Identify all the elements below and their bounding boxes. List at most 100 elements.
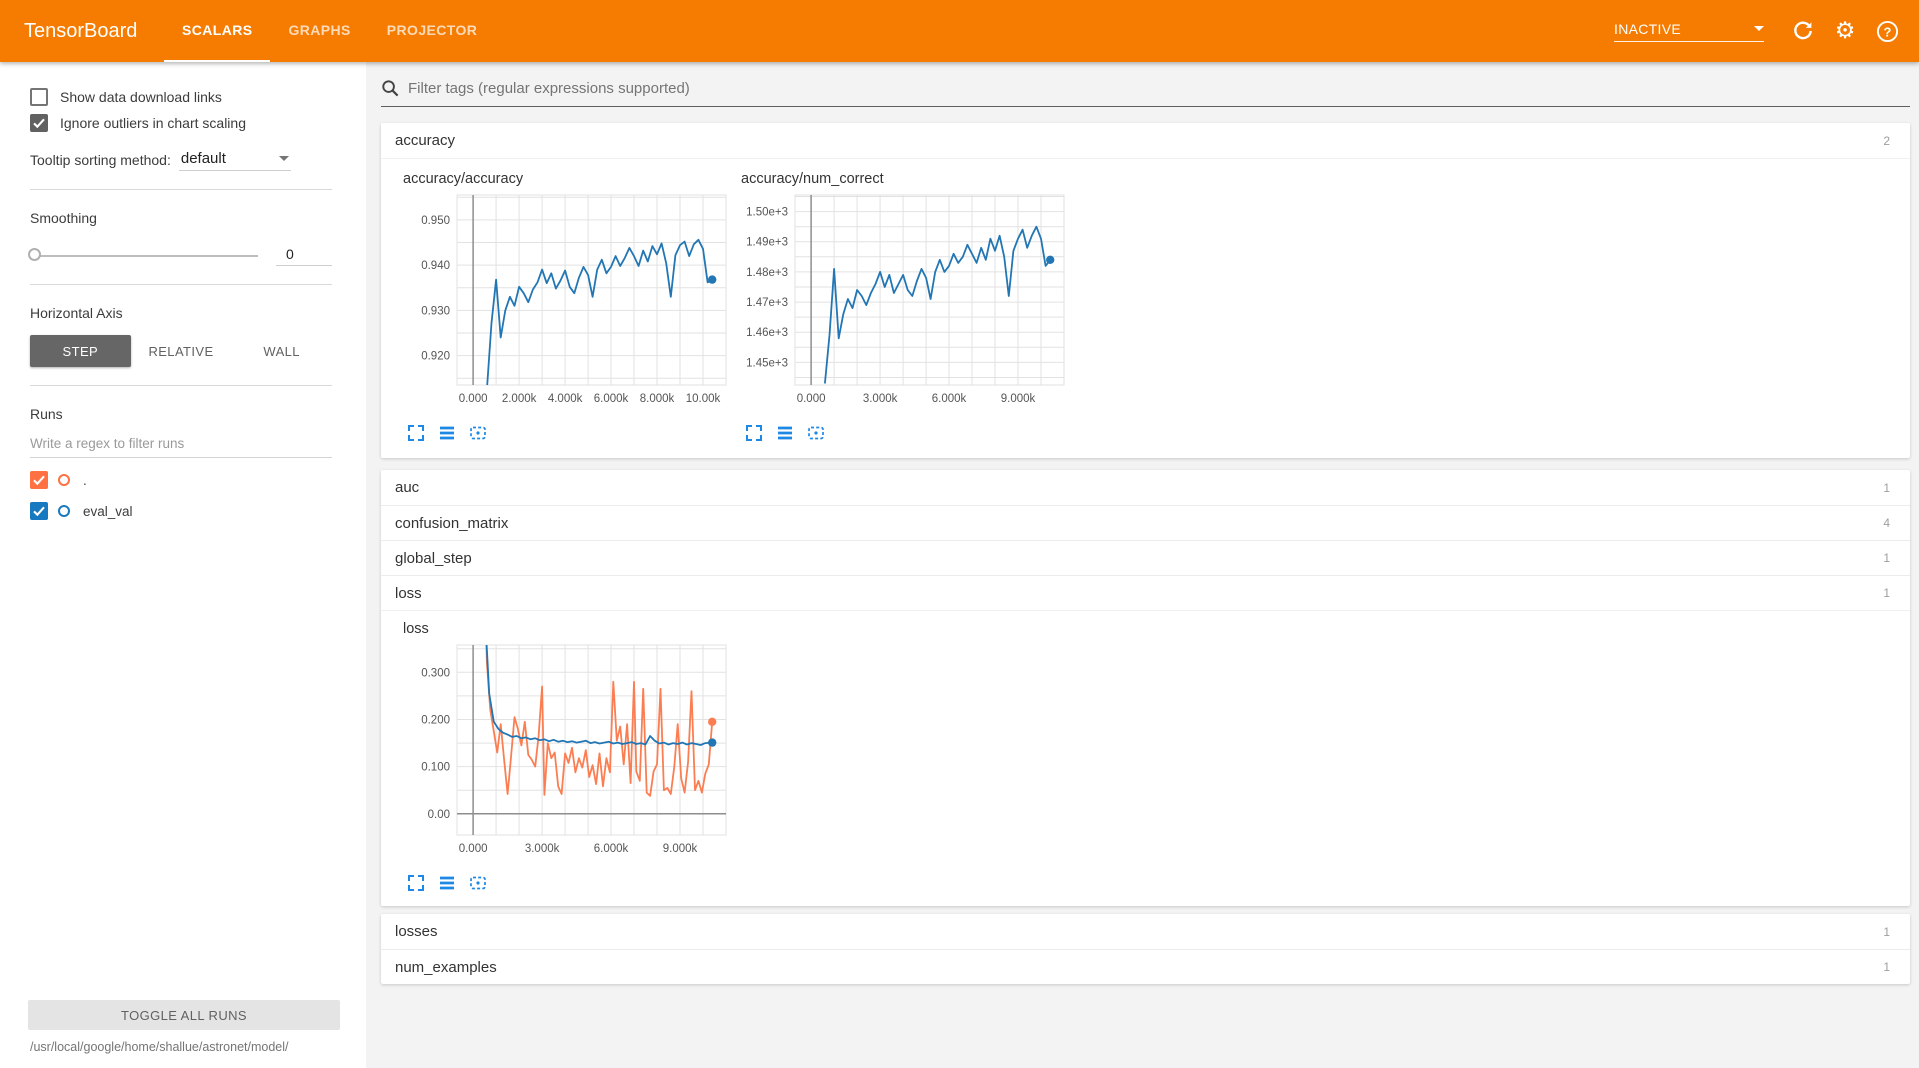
- divider: [30, 385, 332, 386]
- section-header-accuracy[interactable]: accuracy 2: [381, 123, 1910, 159]
- section-title: auc: [395, 479, 419, 496]
- svg-text:0.000: 0.000: [797, 393, 826, 405]
- tooltip-sort-label: Tooltip sorting method:: [30, 152, 171, 171]
- section-header-global-step[interactable]: global_step 1: [381, 540, 1910, 575]
- section-card-accuracy: accuracy 2 accuracy/accuracy 0.0002.000k…: [381, 123, 1910, 458]
- tooltip-sort-dropdown[interactable]: default: [179, 150, 291, 171]
- svg-text:0.00: 0.00: [428, 809, 450, 821]
- smoothing-slider[interactable]: [30, 255, 258, 257]
- chart-card-loss: loss 0.0003.000k6.000k9.000k0.000.1000.2…: [401, 621, 739, 892]
- chevron-down-icon: [279, 156, 289, 161]
- run-row-train[interactable]: .: [30, 471, 332, 489]
- filter-tags-input[interactable]: [408, 80, 1910, 97]
- chart-accuracy-num-correct[interactable]: 0.0003.000k6.000k9.000k1.45e+31.46e+31.4…: [739, 189, 1073, 415]
- ignore-outliers-row[interactable]: Ignore outliers in chart scaling: [30, 114, 332, 132]
- fit-domain-icon[interactable]: [469, 424, 487, 442]
- app-title: TensorBoard: [0, 20, 112, 43]
- help-icon[interactable]: ?: [1875, 19, 1899, 43]
- axis-step-button[interactable]: STEP: [30, 335, 131, 367]
- svg-text:0.920: 0.920: [421, 351, 450, 363]
- horizontal-axis-label: Horizontal Axis: [30, 305, 332, 321]
- settings-icon[interactable]: ⚙: [1833, 19, 1857, 43]
- fit-domain-icon[interactable]: [469, 874, 487, 892]
- toggle-all-runs-button[interactable]: TOGGLE ALL RUNS: [28, 1000, 340, 1030]
- expand-chart-icon[interactable]: [407, 874, 425, 892]
- svg-text:3.000k: 3.000k: [863, 393, 898, 405]
- run-checkbox-eval[interactable]: [30, 502, 48, 520]
- status-dropdown[interactable]: INACTIVE: [1614, 21, 1764, 42]
- svg-text:2.000k: 2.000k: [502, 393, 537, 405]
- svg-text:1.49e+3: 1.49e+3: [746, 237, 788, 249]
- refresh-icon[interactable]: [1791, 19, 1815, 43]
- section-count-badge: 1: [1883, 551, 1890, 565]
- section-count-badge: 2: [1883, 134, 1890, 148]
- section-title: global_step: [395, 550, 472, 567]
- status-label: INACTIVE: [1614, 21, 1754, 37]
- chevron-down-icon: [1754, 26, 1764, 31]
- section-header-num-examples[interactable]: num_examples 1: [381, 949, 1910, 984]
- svg-text:0.000: 0.000: [459, 393, 488, 405]
- section-count-badge: 1: [1883, 481, 1890, 495]
- chart-loss[interactable]: 0.0003.000k6.000k9.000k0.000.1000.2000.3…: [401, 639, 735, 865]
- axis-relative-button[interactable]: RELATIVE: [131, 335, 232, 367]
- section-title: accuracy: [395, 132, 455, 149]
- chart-toolbar: [407, 874, 739, 892]
- run-checkbox-train[interactable]: [30, 471, 48, 489]
- slider-thumb[interactable]: [28, 248, 41, 261]
- run-name: eval_val: [83, 504, 133, 519]
- section-header-confusion-matrix[interactable]: confusion_matrix 4: [381, 505, 1910, 540]
- run-color-swatch: [58, 505, 70, 517]
- section-title: loss: [395, 585, 422, 602]
- section-header-loss[interactable]: loss 1: [381, 575, 1910, 610]
- chart-card-accuracy-accuracy: accuracy/accuracy 0.0002.000k4.000k6.000…: [401, 169, 739, 442]
- section-count-badge: 1: [1883, 960, 1890, 974]
- section-card-group: auc 1 confusion_matrix 4 global_step 1 l…: [381, 470, 1910, 906]
- show-download-links-checkbox[interactable]: [30, 88, 48, 106]
- runs-label: Runs: [30, 406, 332, 422]
- svg-text:10.00k: 10.00k: [686, 393, 721, 405]
- tab-scalars[interactable]: SCALARS: [164, 0, 270, 62]
- tab-projector[interactable]: PROJECTOR: [369, 0, 495, 62]
- svg-text:8.000k: 8.000k: [640, 393, 675, 405]
- ignore-outliers-checkbox[interactable]: [30, 114, 48, 132]
- log-scale-icon[interactable]: [438, 424, 456, 442]
- svg-text:6.000k: 6.000k: [594, 393, 629, 405]
- run-name: .: [83, 473, 87, 488]
- svg-text:0.940: 0.940: [421, 260, 450, 272]
- tab-graphs[interactable]: GRAPHS: [270, 0, 368, 62]
- run-color-swatch: [58, 474, 70, 486]
- fit-domain-icon[interactable]: [807, 424, 825, 442]
- app-header: TensorBoard SCALARS GRAPHS PROJECTOR INA…: [0, 0, 1919, 62]
- chart-toolbar: [407, 424, 739, 442]
- axis-wall-button[interactable]: WALL: [231, 335, 332, 367]
- divider: [30, 189, 332, 190]
- expand-chart-icon[interactable]: [407, 424, 425, 442]
- svg-text:9.000k: 9.000k: [663, 843, 698, 855]
- show-download-links-row[interactable]: Show data download links: [30, 88, 332, 106]
- svg-text:0.300: 0.300: [421, 667, 450, 679]
- svg-text:0.200: 0.200: [421, 715, 450, 727]
- section-header-auc[interactable]: auc 1: [381, 470, 1910, 505]
- chart-accuracy-accuracy[interactable]: 0.0002.000k4.000k6.000k8.000k10.00k0.920…: [401, 189, 735, 415]
- expand-chart-icon[interactable]: [745, 424, 763, 442]
- svg-text:6.000k: 6.000k: [594, 843, 629, 855]
- svg-text:1.45e+3: 1.45e+3: [746, 357, 788, 369]
- log-scale-icon[interactable]: [776, 424, 794, 442]
- svg-text:0.100: 0.100: [421, 762, 450, 774]
- logdir-path: /usr/local/google/home/shallue/astronet/…: [30, 1040, 346, 1054]
- section-title: num_examples: [395, 959, 497, 976]
- log-scale-icon[interactable]: [438, 874, 456, 892]
- svg-text:0.000: 0.000: [459, 843, 488, 855]
- section-count-badge: 1: [1883, 925, 1890, 939]
- smoothing-value-input[interactable]: 0: [276, 246, 332, 266]
- runs-regex-input[interactable]: [30, 432, 332, 458]
- svg-text:1.47e+3: 1.47e+3: [746, 297, 788, 309]
- chart-toolbar: [745, 424, 1077, 442]
- sidebar: Show data download links Ignore outliers…: [0, 62, 366, 1068]
- divider: [30, 284, 332, 285]
- run-row-eval[interactable]: eval_val: [30, 502, 332, 520]
- smoothing-label: Smoothing: [30, 210, 332, 226]
- svg-text:0.950: 0.950: [421, 215, 450, 227]
- loss-expanded-area: loss 0.0003.000k6.000k9.000k0.000.1000.2…: [381, 610, 1910, 906]
- section-header-losses[interactable]: losses 1: [381, 914, 1910, 949]
